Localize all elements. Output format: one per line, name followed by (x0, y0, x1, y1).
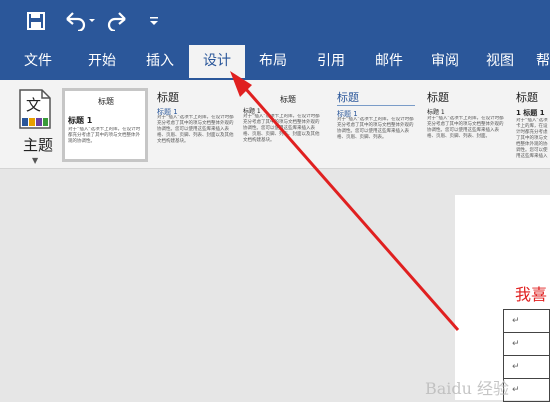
watermark: Baidu 经验 (425, 379, 510, 398)
annotation-arrow (230, 71, 460, 331)
